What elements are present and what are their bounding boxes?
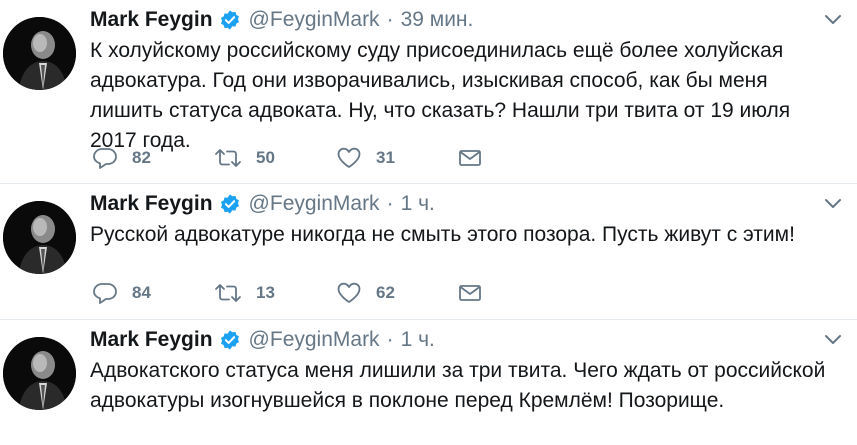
reply-icon: [92, 146, 118, 170]
avatar[interactable]: [3, 337, 76, 410]
tweet-text: Адвокатского статуса меня лишили за три …: [90, 359, 826, 412]
like-button[interactable]: 62: [336, 281, 458, 305]
chevron-down-icon[interactable]: [823, 196, 843, 212]
separator-dot: ·: [386, 8, 394, 31]
timestamp[interactable]: 1 ч.: [401, 328, 435, 352]
chevron-down-icon[interactable]: [823, 332, 843, 348]
separator-dot: ·: [386, 328, 394, 351]
direct-message-icon: [458, 283, 482, 303]
retweet-button[interactable]: 13: [214, 282, 336, 304]
verified-badge-icon: [219, 193, 241, 215]
reply-count: 84: [132, 283, 151, 302]
tweet-text: Русской адвокатуре никогда не смыть этог…: [90, 223, 795, 246]
tweet[interactable]: Mark Feygin @FeyginMark · 1 ч. Адвокатск…: [0, 320, 857, 445]
verified-badge-icon: [219, 9, 241, 31]
avatar[interactable]: [3, 201, 76, 274]
reply-icon: [92, 281, 118, 305]
author-handle[interactable]: @FeyginMark: [249, 328, 380, 352]
tweet-header: Mark Feygin @FeyginMark · 1 ч.: [90, 190, 435, 218]
verified-badge-icon: [219, 329, 241, 351]
tweet-actions: 84 13 62: [92, 281, 488, 305]
author-name[interactable]: Mark Feygin: [90, 328, 213, 352]
like-button[interactable]: 31: [336, 146, 458, 170]
tweet-header: Mark Feygin @FeyginMark · 39 мин.: [90, 6, 473, 34]
author-handle[interactable]: @FeyginMark: [249, 8, 380, 32]
retweet-count: 13: [256, 283, 275, 302]
author-name[interactable]: Mark Feygin: [90, 192, 213, 216]
direct-message-button[interactable]: [458, 148, 488, 168]
like-icon: [336, 281, 362, 305]
retweet-icon: [214, 282, 242, 304]
like-count: 62: [376, 283, 395, 302]
reply-button[interactable]: 84: [92, 281, 214, 305]
tweet[interactable]: Mark Feygin @FeyginMark · 1 ч. Русской а…: [0, 184, 857, 320]
timestamp[interactable]: 39 мин.: [401, 8, 474, 32]
like-icon: [336, 146, 362, 170]
author-handle[interactable]: @FeyginMark: [249, 192, 380, 216]
reply-button[interactable]: 82: [92, 146, 214, 170]
avatar[interactable]: [3, 17, 76, 90]
author-name[interactable]: Mark Feygin: [90, 8, 213, 32]
direct-message-icon: [458, 148, 482, 168]
retweet-count: 50: [256, 148, 275, 167]
tweet-header: Mark Feygin @FeyginMark · 1 ч.: [90, 326, 435, 354]
tweet-feed: Mark Feygin @FeyginMark · 39 мин. К холу…: [0, 0, 857, 445]
retweet-icon: [214, 147, 242, 169]
tweet-text: К холуйскому российскому суду присоедини…: [90, 39, 791, 152]
timestamp[interactable]: 1 ч.: [401, 192, 435, 216]
tweet-actions: 82 50 31: [92, 146, 488, 170]
separator-dot: ·: [386, 192, 394, 215]
reply-count: 82: [132, 148, 151, 167]
direct-message-button[interactable]: [458, 283, 488, 303]
chevron-down-icon[interactable]: [823, 12, 843, 28]
retweet-button[interactable]: 50: [214, 147, 336, 169]
tweet[interactable]: Mark Feygin @FeyginMark · 39 мин. К холу…: [0, 0, 857, 184]
like-count: 31: [376, 148, 395, 167]
